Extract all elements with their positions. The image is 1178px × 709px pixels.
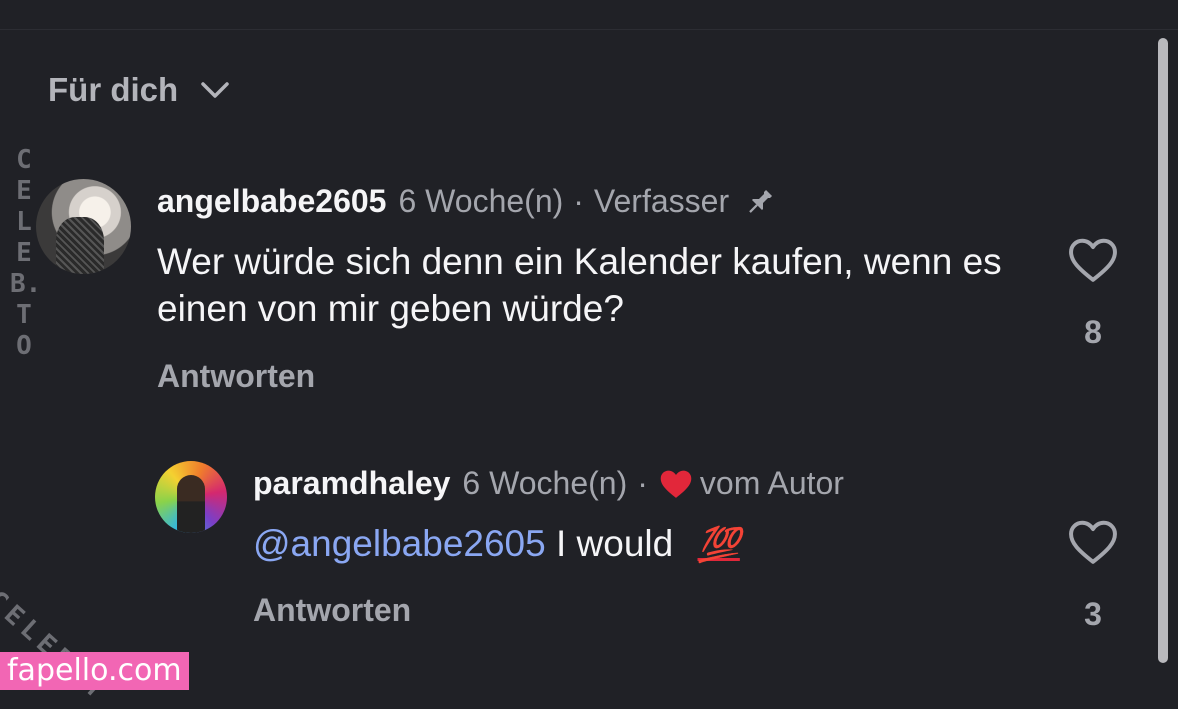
avatar[interactable] [36, 179, 131, 274]
watermark-diagonal: CELEB.T [0, 585, 115, 709]
heart-outline-icon[interactable] [1067, 519, 1119, 565]
comment-header: angelbabe2605 6 Woche(n) · Verfasser [157, 183, 777, 220]
feed-filter-label: Für dich [48, 71, 179, 108]
scrollbar[interactable] [1158, 38, 1168, 663]
comment-age: 6 Woche(n) [462, 465, 628, 501]
avatar[interactable] [155, 461, 227, 533]
pin-icon [749, 189, 773, 213]
watermark-vertical: CELEB.TO [10, 145, 42, 361]
liked-by-author-label: vom Autor [699, 465, 844, 501]
comment-username[interactable]: angelbabe2605 [157, 183, 386, 220]
author-tag: Verfasser [593, 183, 730, 219]
chevron-down-icon [201, 82, 229, 98]
comment-header: paramdhaley 6 Woche(n) · vom Autor [253, 465, 844, 502]
like-count: 3 [1084, 596, 1102, 632]
comment-text: @angelbabe2605 I would 💯 [253, 520, 1013, 569]
meta-separator: · [637, 465, 648, 501]
feed-filter-dropdown[interactable]: Für dich [48, 68, 230, 112]
like-count: 8 [1084, 314, 1102, 350]
comment-age: 6 Woche(n) [398, 183, 564, 219]
reply-button[interactable]: Antworten [157, 358, 315, 395]
heart-filled-icon [660, 470, 692, 498]
reply-button[interactable]: Antworten [253, 592, 411, 629]
comment-username[interactable]: paramdhaley [253, 465, 450, 502]
top-divider [0, 29, 1178, 30]
mention-link[interactable]: @angelbabe2605 [253, 523, 546, 564]
site-badge: fapello.com [0, 652, 189, 690]
comment-text: Wer würde sich denn ein Kalender kaufen,… [157, 241, 1002, 329]
meta-separator: · [573, 183, 584, 219]
heart-outline-icon[interactable] [1067, 237, 1119, 283]
hundred-points-icon: 💯 [697, 526, 740, 564]
comment-text-body: I would [556, 523, 674, 564]
